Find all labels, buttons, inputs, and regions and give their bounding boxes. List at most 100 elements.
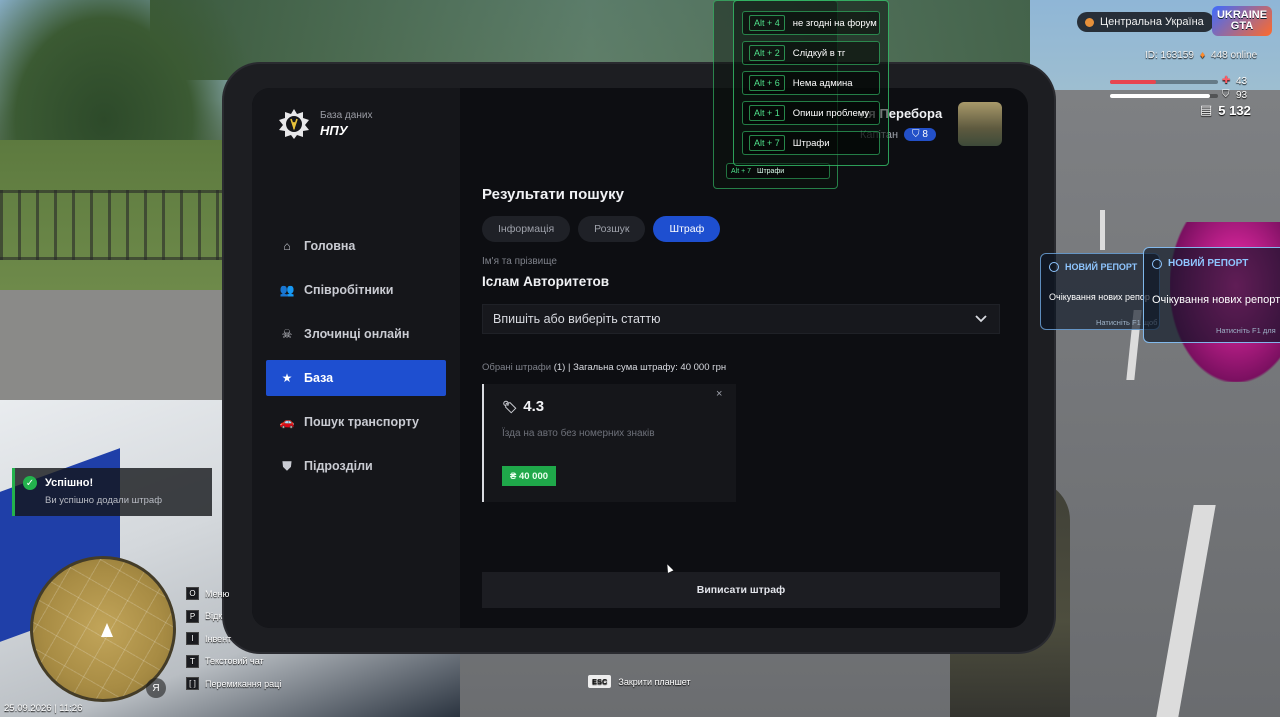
region-badge: Центральна Україна bbox=[1077, 12, 1214, 32]
hotkey-label: Нема админа bbox=[792, 77, 853, 89]
hotkey-inventory: I Інвент bbox=[186, 631, 281, 646]
report-header: НОВИЙ РЕПОРТ bbox=[1049, 262, 1137, 272]
report-notification[interactable]: НОВИЙ РЕПОРТ Очікування нових репор Нати… bbox=[1040, 253, 1160, 330]
brand-title: НПУ bbox=[320, 123, 348, 138]
bottom-hotkeys: O Меню P Відк I Інвент T Текстовий чат [… bbox=[186, 586, 281, 699]
hotkey-label: Штрафи bbox=[757, 167, 785, 175]
online-icon: ♦ bbox=[1199, 50, 1206, 61]
sidebar-item-label: База bbox=[304, 371, 334, 385]
tabs: Інформація Розшук Штраф bbox=[482, 216, 721, 242]
car-icon: 🚗 bbox=[279, 415, 295, 429]
summary-prefix: Обрані штрафи bbox=[482, 362, 552, 373]
report-header: НОВИЙ РЕПОРТ bbox=[1152, 258, 1248, 269]
hotkey-key: [ ] bbox=[186, 677, 199, 690]
hotkey-key: Alt + 7 bbox=[749, 135, 785, 151]
tab-fine[interactable]: Штраф bbox=[653, 216, 721, 242]
fine-article: 🏷 4.3 bbox=[502, 398, 544, 415]
armor-bar-fill bbox=[1110, 94, 1211, 98]
article-select[interactable]: Впишіть або виберіть статтю bbox=[482, 304, 1000, 334]
player-id-line: ID: 163159 ♦ 448 online bbox=[1145, 50, 1257, 61]
health-bar-fill bbox=[1110, 80, 1157, 84]
hotkey-key: Alt + 7 bbox=[731, 167, 752, 175]
hotkey-key: P bbox=[186, 609, 199, 623]
fine-card: 🏷 4.3 Їзда на авто без номерних знаків ₴… bbox=[482, 384, 736, 502]
online-count: 448 online bbox=[1211, 50, 1258, 61]
tab-information[interactable]: Інформація bbox=[482, 216, 571, 242]
region-icon bbox=[1085, 17, 1094, 27]
fine-price-badge: ₴ 40 000 bbox=[502, 466, 557, 486]
issue-fine-button[interactable]: Виписати штраф bbox=[482, 572, 1000, 608]
users-icon: 👥 bbox=[279, 283, 295, 297]
hotkey-row[interactable]: Alt + 6 Нема админа bbox=[742, 71, 880, 95]
armor-icon: ⛉ bbox=[1222, 89, 1230, 100]
hotkey-label: Меню bbox=[205, 588, 230, 599]
hotkey-label: Перемикання раці bbox=[205, 678, 282, 689]
hotkey-label: Штрафи bbox=[792, 137, 830, 149]
sidebar-item-home[interactable]: ⌂ Головна bbox=[266, 228, 446, 264]
hotkey-row[interactable]: Alt + 4 не згодні на форум bbox=[742, 11, 880, 35]
health-icon: ✚ bbox=[1222, 75, 1231, 86]
background-fence bbox=[0, 190, 240, 260]
close-icon[interactable]: × bbox=[716, 388, 722, 400]
success-toast: ✓ Успішно! Ви успішно додали штраф bbox=[12, 468, 212, 516]
chevron-down-icon bbox=[975, 315, 987, 323]
sidebar-item-criminals-online[interactable]: ☠ Злочинці онлайн bbox=[266, 316, 446, 352]
sidebar-item-label: Співробітники bbox=[304, 283, 394, 297]
lane-marking bbox=[1100, 210, 1105, 250]
hotkey-label: Слідкуй в тг bbox=[792, 47, 846, 59]
game-logo: UKRAINE GTA bbox=[1212, 6, 1272, 36]
money-icon: ▤ bbox=[1200, 102, 1213, 117]
hotkey-row[interactable]: Alt + 7 Штрафи bbox=[742, 131, 880, 155]
background-road-right bbox=[1040, 90, 1280, 717]
player-arrow-icon bbox=[101, 623, 113, 637]
sidebar-item-label: Підрозділи bbox=[304, 459, 373, 473]
report-title: НОВИЙ РЕПОРТ bbox=[1168, 258, 1249, 269]
mic-key: Я bbox=[152, 682, 160, 694]
article-select-placeholder: Впишіть або виберіть статтю bbox=[493, 312, 661, 326]
report-notification[interactable]: НОВИЙ РЕПОРТ Очікування нових репорт Нат… bbox=[1143, 247, 1280, 343]
page-title: Результати пошуку bbox=[482, 186, 624, 203]
chat-bubble-icon bbox=[1152, 258, 1162, 269]
report-message: Очікування нових репор bbox=[1049, 292, 1150, 302]
toast-text: Ви успішно додали штраф bbox=[45, 495, 163, 506]
sidebar-item-label: Пошук транспорту bbox=[304, 415, 419, 429]
sidebar-item-vehicle-search[interactable]: 🚗 Пошук транспорту bbox=[266, 404, 446, 440]
hotkey-label: Інвент bbox=[205, 633, 232, 644]
sidebar-item-employees[interactable]: 👥 Співробітники bbox=[266, 272, 446, 308]
brand: База даних НПУ bbox=[278, 108, 372, 140]
home-icon: ⌂ bbox=[283, 239, 291, 253]
close-tablet-hint: ESC Закрити планшет bbox=[588, 675, 691, 688]
money-display: ▤ 5 132 bbox=[1200, 102, 1251, 118]
shield-icon: ⛊ bbox=[282, 458, 292, 473]
sidebar-item-departments[interactable]: ⛊ Підрозділи bbox=[266, 448, 446, 484]
hotkey-key: Alt + 6 bbox=[749, 75, 785, 91]
health-value: 43 bbox=[1236, 76, 1248, 87]
hotkey-key: Alt + 1 bbox=[749, 105, 785, 121]
summary-total: | Загальна сума штрафу: 40 000 грн bbox=[567, 362, 727, 373]
brand-subtitle: База даних bbox=[320, 110, 373, 121]
chat-bubble-icon bbox=[1049, 262, 1059, 272]
hotkey-row[interactable]: Alt + 1 Опиши проблему bbox=[742, 101, 880, 125]
sidebar-item-label: Злочинці онлайн bbox=[304, 327, 410, 341]
hotkey-row[interactable]: Alt + 2 Слідкуй в тг bbox=[742, 41, 880, 65]
hotkey-key: Alt + 2 bbox=[749, 45, 785, 61]
tag-icon: 🏷 bbox=[502, 399, 518, 414]
hotkey-open: P Відк bbox=[186, 609, 281, 624]
hotkey-label: Відк bbox=[205, 611, 223, 621]
sidebar-nav: ⌂ Головна 👥 Співробітники ☠ Злочинці онл… bbox=[266, 228, 446, 492]
name-label: Ім'я та прізвище bbox=[482, 256, 557, 267]
name-value: Іслам Авторитетов bbox=[482, 274, 610, 289]
logo-text-bottom: GTA bbox=[1230, 20, 1254, 32]
fine-article-number: 4.3 bbox=[523, 398, 545, 415]
hotkey-radio-switch: [ ] Перемикання раці bbox=[186, 676, 281, 691]
tab-wanted[interactable]: Розшук bbox=[578, 216, 646, 242]
report-message: Очікування нових репорт bbox=[1152, 294, 1280, 306]
star-icon: ★ bbox=[281, 371, 293, 385]
hotkey-menu: O Меню bbox=[186, 586, 281, 601]
check-icon: ✓ bbox=[23, 476, 37, 490]
toast-title: Успішно! bbox=[45, 477, 94, 489]
esc-key: ESC bbox=[588, 675, 612, 688]
player-id: ID: 163159 bbox=[1145, 50, 1194, 61]
region-label: Центральна Україна bbox=[1100, 16, 1204, 28]
sidebar-item-database[interactable]: ★ База bbox=[266, 360, 446, 396]
